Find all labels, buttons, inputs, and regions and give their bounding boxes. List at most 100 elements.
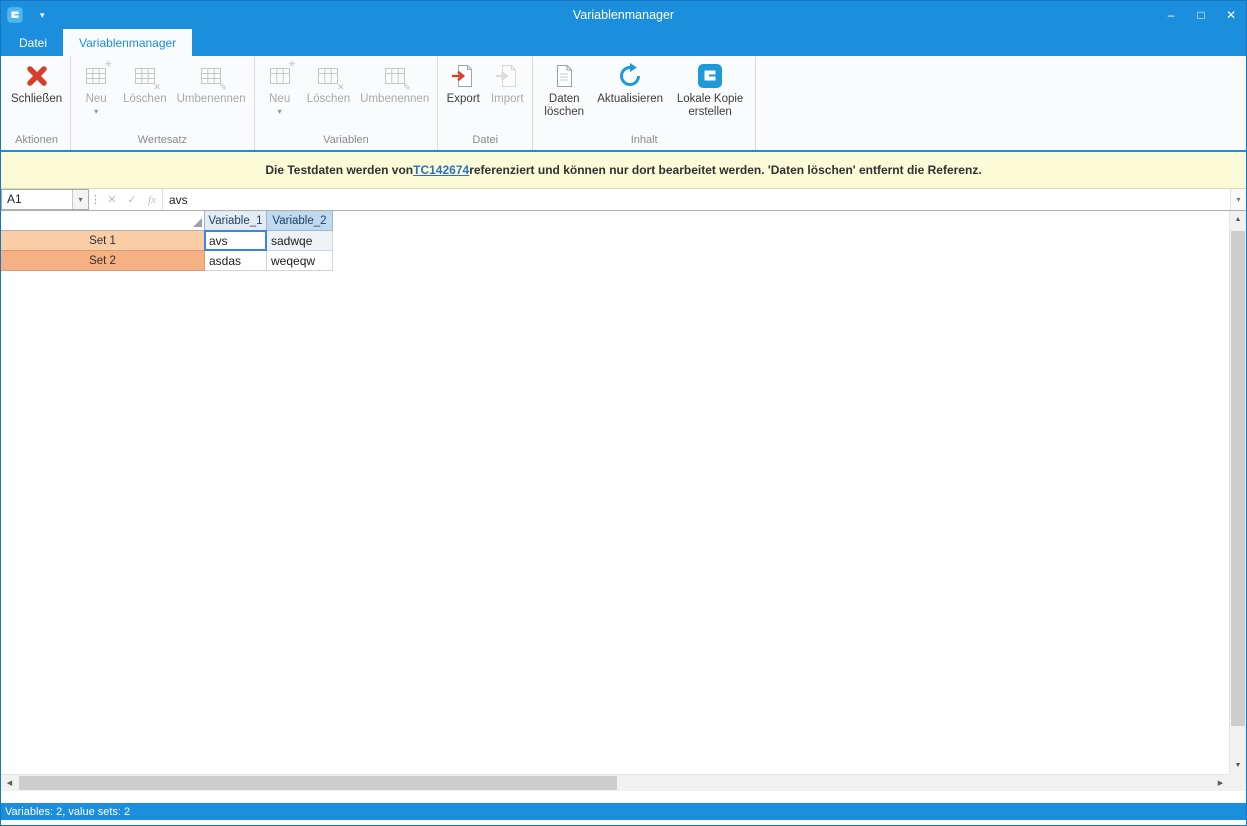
tab-datei[interactable]: Datei bbox=[3, 29, 63, 56]
columns-rename-icon: ✎ bbox=[382, 61, 408, 91]
delete-overlay-icon: ✕ bbox=[337, 82, 345, 93]
wertesatz-umbenennen-button[interactable]: ✎ Umbenennen bbox=[172, 58, 251, 107]
group-label-datei: Datei bbox=[441, 133, 529, 150]
columns-delete-icon: ✕ bbox=[315, 61, 341, 91]
testcase-link[interactable]: TC142674 bbox=[413, 163, 469, 177]
export-button[interactable]: Export bbox=[441, 58, 485, 107]
document-icon bbox=[551, 61, 577, 91]
aktualisieren-button[interactable]: Aktualisieren bbox=[592, 58, 668, 107]
ribbon-group-wertesatz: ✳ Neu ▾ ✕ Löschen bbox=[71, 56, 255, 150]
ribbon-tabs: Datei Variablenmanager bbox=[1, 29, 1246, 56]
formula-bar-expand-icon[interactable]: ▾ bbox=[1230, 189, 1246, 210]
new-overlay-icon: ✳ bbox=[288, 59, 296, 70]
new-overlay-icon: ✳ bbox=[105, 59, 113, 70]
horizontal-scroll-thumb[interactable] bbox=[19, 776, 617, 790]
window-controls: – □ ✕ bbox=[1156, 2, 1246, 29]
worksheet-area[interactable]: Variable_1 Variable_2 Set 1 avs sadwqe S… bbox=[1, 211, 1246, 791]
scroll-left-icon[interactable]: ◀ bbox=[1, 775, 18, 791]
minimize-button[interactable]: – bbox=[1156, 2, 1186, 29]
columns-new-icon: ✳ bbox=[267, 61, 293, 91]
lokale-kopie-erstellen-button[interactable]: Lokale Kopie erstellen bbox=[668, 58, 752, 120]
table-delete-icon: ✕ bbox=[132, 61, 158, 91]
variablenmanager-window: ▾ Variablenmanager – □ ✕ Datei Variablen… bbox=[0, 0, 1247, 826]
insert-function-button[interactable]: fx bbox=[142, 189, 162, 210]
scroll-up-icon[interactable]: ▲ bbox=[1230, 211, 1246, 228]
variablen-umbenennen-button[interactable]: ✎ Umbenennen bbox=[355, 58, 434, 107]
rename-overlay-icon: ✎ bbox=[220, 82, 228, 93]
close-window-button[interactable]: ✕ bbox=[1216, 2, 1246, 29]
button-label: Aktualisieren bbox=[597, 93, 663, 106]
cell-b1[interactable]: sadwqe bbox=[267, 231, 333, 251]
bottom-strip bbox=[1, 820, 1246, 825]
confirm-entry-button[interactable]: ✓ bbox=[122, 189, 142, 210]
vertical-scroll-thumb[interactable] bbox=[1231, 231, 1245, 726]
scroll-down-icon[interactable]: ▼ bbox=[1230, 757, 1246, 774]
scrollbar-corner bbox=[1229, 774, 1246, 791]
row-header-set-1[interactable]: Set 1 bbox=[1, 231, 205, 251]
button-label: Daten löschen bbox=[541, 93, 587, 119]
ribbon-group-inhalt: Daten löschen Aktualisieren bbox=[533, 56, 756, 150]
button-label: Lokale Kopie erstellen bbox=[673, 93, 747, 119]
chevron-down-icon: ▾ bbox=[94, 107, 98, 116]
column-header-variable-1[interactable]: Variable_1 bbox=[205, 211, 267, 231]
group-label-wertesatz: Wertesatz bbox=[74, 133, 251, 150]
daten-loeschen-button[interactable]: Daten löschen bbox=[536, 58, 592, 120]
row-header-set-2[interactable]: Set 2 bbox=[1, 251, 205, 271]
sheet-bottom-gap bbox=[1, 791, 1246, 803]
formula-bar: A1 ▾ ⋮ ✕ ✓ fx ▾ bbox=[1, 189, 1246, 211]
button-label: Umbenennen bbox=[177, 93, 246, 106]
column-header-variable-2[interactable]: Variable_2 bbox=[267, 211, 333, 231]
button-label: Import bbox=[491, 93, 524, 106]
status-text: Variables: 2, value sets: 2 bbox=[5, 806, 130, 818]
table-rename-icon: ✎ bbox=[198, 61, 224, 91]
status-bar: Variables: 2, value sets: 2 bbox=[1, 803, 1246, 820]
table-new-icon: ✳ bbox=[83, 61, 109, 91]
tab-variablenmanager[interactable]: Variablenmanager bbox=[63, 29, 192, 56]
button-label: Löschen bbox=[307, 93, 350, 106]
rename-overlay-icon: ✎ bbox=[403, 82, 411, 93]
horizontal-scrollbar[interactable]: ◀ ▶ bbox=[1, 774, 1229, 791]
select-all-corner[interactable] bbox=[1, 211, 205, 231]
cell-a1[interactable]: avs bbox=[205, 231, 267, 251]
import-button[interactable]: Import bbox=[485, 58, 529, 107]
chevron-down-icon: ▾ bbox=[278, 107, 282, 116]
ribbon: Schließen Aktionen ✳ Neu ▾ bbox=[1, 56, 1246, 152]
variablen-neu-button[interactable]: ✳ Neu ▾ bbox=[258, 58, 302, 117]
schliessen-button[interactable]: Schließen bbox=[6, 58, 67, 107]
button-label: Löschen bbox=[123, 93, 166, 106]
cancel-entry-button[interactable]: ✕ bbox=[102, 189, 122, 210]
refresh-icon bbox=[616, 61, 644, 91]
vertical-scrollbar[interactable]: ▲ ▼ bbox=[1229, 211, 1246, 774]
cell-reference[interactable]: A1 bbox=[2, 190, 72, 209]
variable-grid: Variable_1 Variable_2 Set 1 avs sadwqe S… bbox=[1, 211, 333, 271]
button-label: Export bbox=[447, 93, 480, 106]
info-text-after: referenziert und können nur dort bearbei… bbox=[469, 163, 981, 177]
maximize-button[interactable]: □ bbox=[1186, 2, 1216, 29]
formula-input[interactable] bbox=[162, 189, 1230, 210]
cell-b2[interactable]: weqeqw bbox=[267, 251, 333, 271]
button-label: Umbenennen bbox=[360, 93, 429, 106]
group-label-variablen: Variablen bbox=[258, 133, 435, 150]
titlebar: ▾ Variablenmanager – □ ✕ bbox=[1, 1, 1246, 29]
button-label: Neu bbox=[269, 93, 290, 106]
scroll-right-icon[interactable]: ▶ bbox=[1212, 775, 1229, 791]
export-icon bbox=[450, 61, 476, 91]
import-icon bbox=[494, 61, 520, 91]
wertesatz-loeschen-button[interactable]: ✕ Löschen bbox=[118, 58, 171, 107]
variablen-loeschen-button[interactable]: ✕ Löschen bbox=[302, 58, 355, 107]
group-label-inhalt: Inhalt bbox=[536, 133, 752, 150]
cell-a2[interactable]: asdas bbox=[205, 251, 267, 271]
window-title: Variablenmanager bbox=[1, 8, 1246, 22]
delete-overlay-icon: ✕ bbox=[153, 82, 161, 93]
ribbon-group-datei: Export Import Datei bbox=[438, 56, 533, 150]
cell-name-box[interactable]: A1 ▾ bbox=[1, 189, 89, 210]
button-label: Schließen bbox=[11, 93, 62, 106]
button-label: Neu bbox=[86, 93, 107, 106]
close-red-icon bbox=[23, 61, 51, 91]
app-copy-icon bbox=[696, 61, 724, 91]
wertesatz-neu-button[interactable]: ✳ Neu ▾ bbox=[74, 58, 118, 117]
ribbon-group-variablen: ✳ Neu ▾ ✕ Löschen bbox=[255, 56, 439, 150]
info-text-before: Die Testdaten werden von bbox=[265, 163, 413, 177]
formula-bar-splitter: ⋮ bbox=[89, 189, 102, 210]
name-box-dropdown-icon[interactable]: ▾ bbox=[72, 190, 88, 209]
